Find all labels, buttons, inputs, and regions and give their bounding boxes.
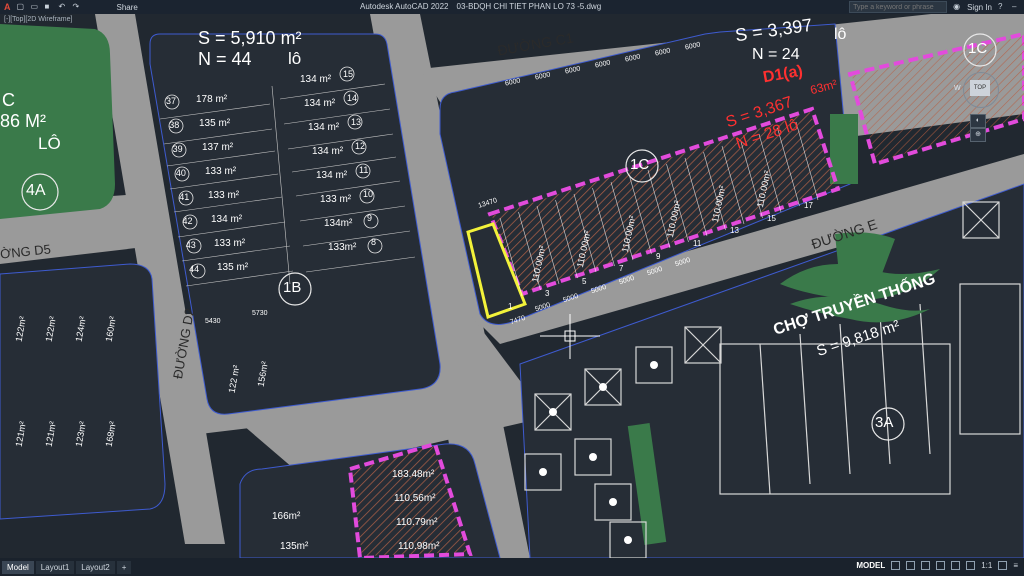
lot-area: 110.56m²: [394, 493, 436, 504]
viewport-label[interactable]: [-][Top][2D Wireframe]: [4, 16, 72, 23]
lot-area: 137 m²: [202, 142, 234, 153]
lot-area: 183.48m²: [392, 469, 435, 480]
lot-number: 8: [371, 237, 377, 247]
lot-area: 135 m²: [199, 118, 231, 129]
minimize-icon[interactable]: –: [1012, 3, 1020, 11]
road-dim-5430: 5430: [205, 318, 221, 325]
polar-icon[interactable]: [936, 561, 946, 570]
lot-number: 40: [175, 168, 186, 178]
lot-number: 9: [656, 251, 661, 261]
left-c-label: C: [2, 90, 15, 110]
lot-number: 15: [767, 213, 776, 223]
menu-icon[interactable]: ≡: [1013, 561, 1018, 570]
lot-number: 42: [182, 216, 193, 226]
save-icon[interactable]: ■: [45, 3, 53, 11]
lot-number: 10: [363, 189, 374, 199]
lot-number: 14: [347, 93, 358, 103]
left-lo-label: LÔ: [38, 134, 61, 153]
lot-area: 133 m²: [320, 194, 352, 205]
undo-icon[interactable]: ↶: [59, 3, 67, 11]
lot-number: 44: [189, 264, 200, 274]
road-dim-5730: 5730: [252, 310, 268, 317]
left-area-label: 86 M²: [0, 111, 47, 131]
sign-in-button[interactable]: Sign In: [967, 3, 992, 12]
help-icon[interactable]: ?: [998, 3, 1006, 11]
tab-model[interactable]: Model: [2, 560, 34, 574]
lot-area: 110.98m²: [398, 541, 440, 552]
lot-area: 135m²: [280, 541, 309, 552]
zoom-icon[interactable]: ⊕: [970, 128, 986, 142]
lot-number: 11: [359, 165, 369, 175]
title-bar: A ▢ ▭ ■ ↶ ↷ Share Autodesk AutoCAD 2022 …: [0, 0, 1024, 14]
lot-number: 38: [169, 120, 180, 130]
count-label-top-a: N = 44: [198, 49, 252, 69]
ortho-icon[interactable]: [921, 561, 931, 570]
lot-area: 134 m²: [316, 170, 348, 181]
status-bar: Model Layout1 Layout2 + MODEL 1:1 ≡: [0, 558, 1024, 576]
area-label-top-a: S = 5,910 m²: [198, 28, 302, 48]
lo-label-top-right: lô: [834, 26, 847, 43]
app-menu-button[interactable]: A: [4, 2, 11, 12]
lot-number: 13: [351, 117, 362, 127]
snap-icon[interactable]: [906, 561, 916, 570]
lot-area: 133 m²: [205, 166, 237, 177]
orbit-icon[interactable]: ◐: [970, 114, 986, 128]
lot-number: 13: [730, 226, 739, 236]
lot-area: 134 m²: [300, 74, 332, 85]
lot-number: 17: [804, 201, 813, 211]
open-file-icon[interactable]: ▭: [31, 3, 39, 11]
drawing-canvas[interactable]: S = 5,910 m² N = 44 lô S = 3,397 N = 24 …: [0, 14, 1024, 558]
lot-area: 178 m²: [196, 94, 228, 105]
user-icon: ◉: [953, 2, 961, 11]
lot-area: 166m²: [272, 511, 301, 522]
app-name: Autodesk AutoCAD 2022: [360, 2, 449, 11]
lot-number: 1: [508, 302, 513, 311]
lot-area: 133m²: [328, 242, 357, 253]
lot-number: 43: [185, 240, 196, 250]
navcube-top[interactable]: TOP: [970, 80, 990, 96]
block-1b-label: 1B: [283, 279, 302, 296]
lot-area: 134 m²: [211, 214, 243, 225]
lot-area: 133 m²: [208, 190, 240, 201]
lineweight-icon[interactable]: [966, 561, 976, 570]
share-button[interactable]: Share: [117, 3, 138, 12]
lot-number: 15: [343, 69, 354, 79]
lot-number: 41: [179, 192, 190, 202]
lot-area: 134 m²: [308, 122, 340, 133]
lot-number: 3: [545, 289, 550, 299]
new-file-icon[interactable]: ▢: [17, 3, 25, 11]
lot-area: 134 m²: [312, 146, 344, 157]
tab-layout1[interactable]: Layout1: [35, 560, 75, 574]
lot-number: 12: [355, 141, 366, 151]
lot-number: 39: [172, 144, 183, 154]
model-space-toggle[interactable]: MODEL: [856, 561, 885, 570]
navcube-w: W: [954, 85, 961, 92]
osnap-icon[interactable]: [951, 561, 961, 570]
lot-area: 110.79m²: [396, 517, 438, 528]
lo-label-top-a: lô: [288, 49, 302, 68]
grid-icon[interactable]: [891, 561, 901, 570]
block-1c-right-label: 1C: [968, 40, 988, 57]
search-input[interactable]: [849, 1, 948, 13]
block-1c-label: 1C: [630, 156, 650, 173]
annotation-scale[interactable]: 1:1: [981, 561, 992, 570]
file-name: 03-BDQH CHI TIET PHAN LO 73 -5.dwg: [456, 2, 602, 11]
add-layout-button[interactable]: +: [116, 560, 132, 574]
lot-area: 135 m²: [217, 262, 249, 273]
lot-number: 37: [166, 96, 177, 106]
count-label-top-right: N = 24: [752, 46, 800, 63]
settings-icon[interactable]: [998, 561, 1008, 570]
block-3a-label: 3A: [875, 414, 894, 431]
lot-area: 133 m²: [214, 238, 246, 249]
block-4a-label: 4A: [26, 182, 46, 199]
redo-icon[interactable]: ↷: [73, 3, 81, 11]
lot-number: 5: [582, 276, 587, 286]
lot-number: 9: [367, 213, 373, 223]
tab-layout2[interactable]: Layout2: [76, 560, 115, 574]
lot-number: 11: [693, 239, 702, 248]
lot-number: 7: [619, 264, 624, 274]
lot-area: 134 m²: [304, 98, 336, 109]
lot-area: 134m²: [324, 218, 353, 229]
